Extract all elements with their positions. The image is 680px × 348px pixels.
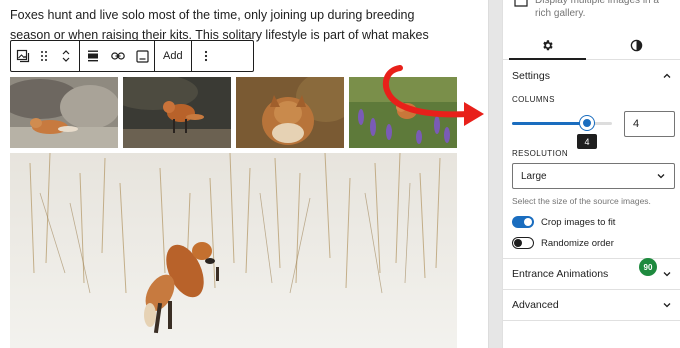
resolution-selected-value: Large [521, 170, 547, 182]
annotation-arrow-icon [382, 65, 484, 126]
gallery-image-fox-portrait[interactable] [236, 77, 344, 148]
resolution-help-text: Select the size of the source images. [512, 196, 651, 206]
drag-handle-icon[interactable] [35, 41, 53, 71]
gallery-block-icon[interactable] [11, 41, 35, 71]
entrance-animations-title: Entrance Animations [512, 268, 609, 280]
divider [503, 320, 680, 321]
half-circle-icon [630, 39, 643, 52]
editor-canvas: Foxes hunt and live solo most of the tim… [0, 0, 500, 348]
chevron-down-icon [657, 174, 665, 179]
gallery-image-fox-jumping-snow[interactable] [10, 153, 457, 348]
columns-label: COLUMNS [512, 95, 555, 104]
gallery-image-fox-standing[interactable] [123, 77, 231, 148]
randomize-order-toggle-row[interactable]: Randomize order [512, 236, 614, 250]
sidebar-tabs [503, 32, 680, 60]
chevron-down-icon [663, 272, 671, 277]
settings-panel-title: Settings [512, 70, 550, 82]
chevron-down-icon [663, 303, 671, 308]
randomize-order-toggle[interactable] [512, 237, 534, 249]
gallery-image-fox-resting[interactable] [10, 77, 118, 148]
crop-images-toggle-row[interactable]: Crop images to fit [512, 215, 615, 229]
entrance-animations-panel-toggle[interactable]: Entrance Animations [503, 259, 680, 289]
advanced-title: Advanced [512, 299, 559, 311]
more-options-icon[interactable] [192, 41, 220, 71]
columns-number-input[interactable]: 4 [624, 111, 675, 137]
resolution-select[interactable]: Large [512, 163, 675, 189]
add-button[interactable]: Add [155, 41, 191, 71]
chevron-up-icon [663, 73, 671, 78]
resolution-label: RESOLUTION [512, 149, 569, 158]
crop-images-label: Crop images to fit [541, 216, 616, 228]
gallery-block-icon [514, 0, 528, 7]
caption-icon[interactable] [130, 41, 154, 71]
tab-settings[interactable] [503, 32, 592, 60]
block-toolbar: Add [10, 40, 254, 72]
link-icon[interactable] [106, 41, 130, 71]
randomize-order-label: Randomize order [541, 237, 614, 249]
block-settings-sidebar: Display multiple images in a rich galler… [502, 0, 680, 348]
columns-slider-track[interactable] [512, 122, 612, 125]
block-description: Display multiple images in a rich galler… [535, 0, 659, 19]
align-icon[interactable] [80, 41, 106, 71]
tab-styles[interactable] [592, 32, 680, 59]
advanced-panel-toggle[interactable]: Advanced [503, 290, 680, 320]
move-up-down-icon[interactable] [53, 41, 79, 71]
columns-slider-fill [512, 122, 587, 125]
crop-images-toggle[interactable] [512, 216, 534, 228]
settings-panel-toggle[interactable]: Settings [503, 61, 680, 91]
gear-icon [543, 40, 553, 51]
columns-slider-tooltip: 4 [577, 134, 597, 149]
editor-sidebar-gutter [488, 0, 502, 348]
columns-slider-thumb[interactable] [580, 116, 594, 130]
